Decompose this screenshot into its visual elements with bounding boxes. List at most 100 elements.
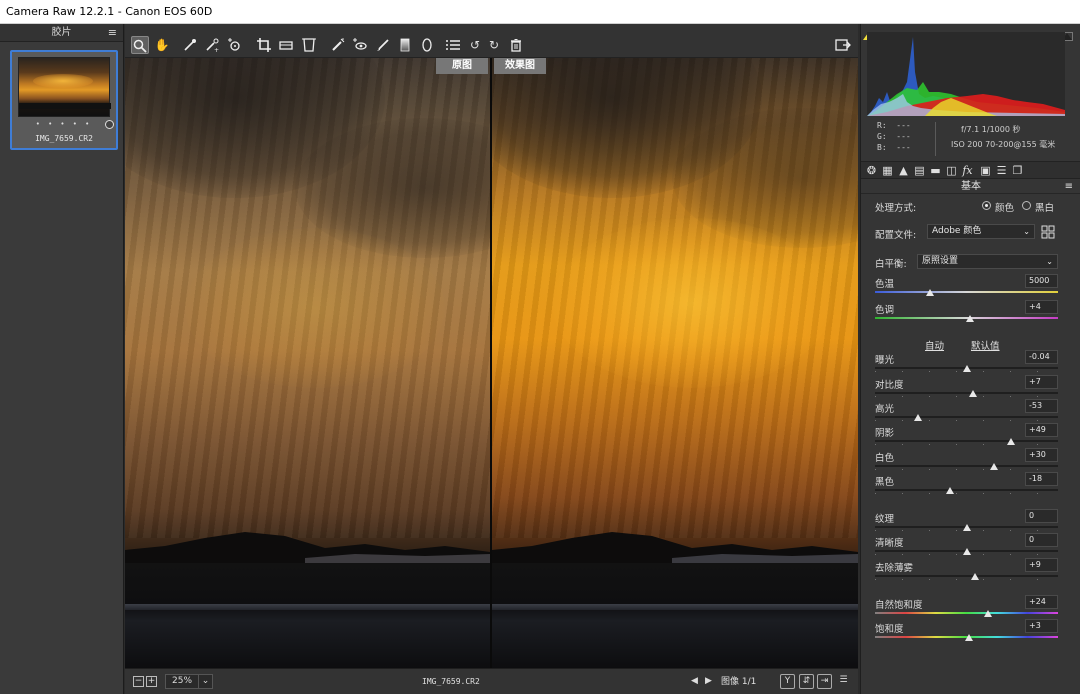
filmstrip-menu-icon[interactable]: ≡ (108, 24, 117, 42)
profile-select[interactable]: Adobe 颜色 ⌄ (927, 224, 1035, 239)
clarity-slider-thumb[interactable] (962, 548, 971, 555)
tab-hsl-icon[interactable]: ▤ (913, 164, 926, 177)
rotate-right-icon[interactable]: ↻ (485, 36, 503, 54)
auto-button[interactable]: 自动 (925, 338, 944, 352)
thumbnail-rating[interactable]: • • • • • (12, 120, 116, 128)
shadows-value-field[interactable]: +49 (1025, 423, 1058, 437)
white-balance-select[interactable]: 原照设置 ⌄ (917, 254, 1058, 269)
blacks-value-field[interactable]: -18 (1025, 472, 1058, 486)
whites-slider-track[interactable] (875, 465, 1058, 467)
before-after-view-icon[interactable]: Y (780, 674, 795, 689)
previous-image-icon[interactable]: ◀ (691, 676, 698, 686)
copy-settings-icon[interactable]: ⇥ (817, 674, 832, 689)
trash-icon[interactable] (507, 36, 525, 54)
blacks-slider-ticks (875, 493, 1058, 494)
highlights-slider-thumb[interactable] (914, 414, 922, 421)
vibrance-slider-track[interactable] (875, 612, 1058, 614)
treatment-label: 处理方式: (875, 203, 917, 214)
transform-tool-icon[interactable] (300, 36, 318, 54)
spot-removal-tool-icon[interactable] (329, 36, 347, 54)
before-image-pane[interactable] (125, 58, 490, 668)
dehaze-slider-ticks (875, 579, 1058, 580)
red-eye-tool-icon[interactable] (351, 36, 369, 54)
vibrance-value-field[interactable]: +24 (1025, 595, 1058, 609)
b-label: B: (877, 143, 887, 152)
tab-effects-icon[interactable]: fx (961, 164, 974, 177)
image-preview[interactable]: 原图 效果图 (125, 58, 858, 668)
zoom-out-button[interactable]: − (133, 676, 144, 687)
whites-value-field[interactable]: +30 (1025, 448, 1058, 462)
exposure-value-field[interactable]: -0.04 (1025, 350, 1058, 364)
before-label: 原图 (436, 58, 488, 74)
highlights-value-field[interactable]: -53 (1025, 399, 1058, 413)
filmstrip-thumbnail[interactable]: • • • • • IMG_7659.CR2 (10, 50, 118, 150)
profile-browser-icon[interactable] (1041, 225, 1055, 239)
contrast-slider-thumb[interactable] (968, 390, 977, 397)
graduated-filter-tool-icon[interactable] (396, 36, 414, 54)
tab-split-toning-icon[interactable]: ▬ (929, 164, 942, 177)
adjustment-brush-tool-icon[interactable] (374, 36, 392, 54)
rotate-left-icon[interactable]: ↺ (466, 36, 484, 54)
zoom-in-button[interactable]: + (146, 676, 157, 687)
tab-detail-icon[interactable]: ▲ (897, 164, 910, 177)
b-value: --- (896, 143, 911, 152)
temperature-value-field[interactable]: 5000 (1025, 274, 1058, 288)
saturation-value-field[interactable]: +3 (1025, 619, 1058, 633)
white-balance-tool-icon[interactable] (181, 36, 199, 54)
treatment-color-radio[interactable] (982, 201, 991, 210)
panel-menu-icon[interactable]: ≡ (1065, 180, 1073, 194)
straighten-tool-icon[interactable] (277, 36, 295, 54)
treatment-bw-label: 黑白 (1035, 203, 1055, 214)
blacks-slider-track[interactable] (875, 489, 1058, 491)
treatment-bw-radio[interactable] (1022, 201, 1031, 210)
fullscreen-toggle-icon[interactable] (834, 36, 852, 54)
next-image-icon[interactable]: ▶ (705, 676, 712, 686)
swap-before-after-icon[interactable]: ⇵ (799, 674, 814, 689)
shadows-slider-thumb[interactable] (1007, 438, 1016, 445)
after-image-pane[interactable] (492, 58, 858, 668)
tab-presets-icon[interactable]: ☰ (995, 164, 1008, 177)
g-value: --- (896, 132, 911, 141)
contrast-slider-ticks (875, 396, 1058, 397)
tab-snapshots-icon[interactable]: ❐ (1011, 164, 1024, 177)
targeted-adjustment-tool-icon[interactable] (225, 36, 243, 54)
texture-value-field[interactable]: 0 (1025, 509, 1058, 523)
default-button[interactable]: 默认值 (971, 338, 1000, 352)
dehaze-slider-track[interactable] (875, 575, 1058, 577)
tint-slider-thumb[interactable] (966, 315, 975, 322)
blacks-slider-thumb[interactable] (946, 487, 955, 494)
texture-slider-thumb[interactable] (962, 524, 971, 531)
temperature-slider-thumb[interactable] (925, 289, 934, 296)
contrast-value-field[interactable]: +7 (1025, 375, 1058, 389)
view-settings-icon[interactable]: ☰ (836, 674, 851, 689)
tint-value-field[interactable]: +4 (1025, 300, 1058, 314)
zoom-level-select[interactable]: 25% ⌄ (165, 674, 213, 689)
treatment-color-label: 颜色 (995, 203, 1015, 214)
tab-calibration-icon[interactable]: ▣ (979, 164, 992, 177)
profile-label: 配置文件: (875, 230, 917, 241)
dehaze-slider-thumb[interactable] (970, 573, 979, 580)
main-toolbar: ✋ + ↺ ↻ (125, 24, 858, 58)
current-filename: IMG_7659.CR2 (422, 677, 480, 686)
contrast-slider-track[interactable] (875, 392, 1058, 394)
whites-slider-thumb[interactable] (989, 463, 998, 470)
dehaze-value-field[interactable]: +9 (1025, 558, 1058, 572)
clarity-value-field[interactable]: 0 (1025, 533, 1058, 547)
panel-tabs: ❂ ▦ ▲ ▤ ▬ ◫ fx ▣ ☰ ❐ (861, 161, 1080, 179)
hand-tool-icon[interactable]: ✋ (153, 36, 171, 54)
color-sampler-tool-icon[interactable]: + (203, 36, 221, 54)
tab-basic-icon[interactable]: ❂ (865, 164, 878, 177)
zoom-tool-icon[interactable] (131, 36, 149, 54)
radial-filter-tool-icon[interactable] (418, 36, 436, 54)
shadows-slider-track[interactable] (875, 440, 1058, 442)
saturation-slider-thumb[interactable] (965, 634, 974, 641)
tab-lens-icon[interactable]: ◫ (945, 164, 958, 177)
exposure-slider-thumb[interactable] (962, 365, 971, 372)
vibrance-slider-thumb[interactable] (984, 610, 993, 617)
crop-tool-icon[interactable] (255, 36, 273, 54)
presets-list-icon[interactable] (444, 36, 462, 54)
temperature-slider-track[interactable] (875, 291, 1058, 293)
tab-tone-curve-icon[interactable]: ▦ (881, 164, 894, 177)
highlights-slider-track[interactable] (875, 416, 1058, 418)
exposure-label: 曝光 (875, 355, 895, 366)
